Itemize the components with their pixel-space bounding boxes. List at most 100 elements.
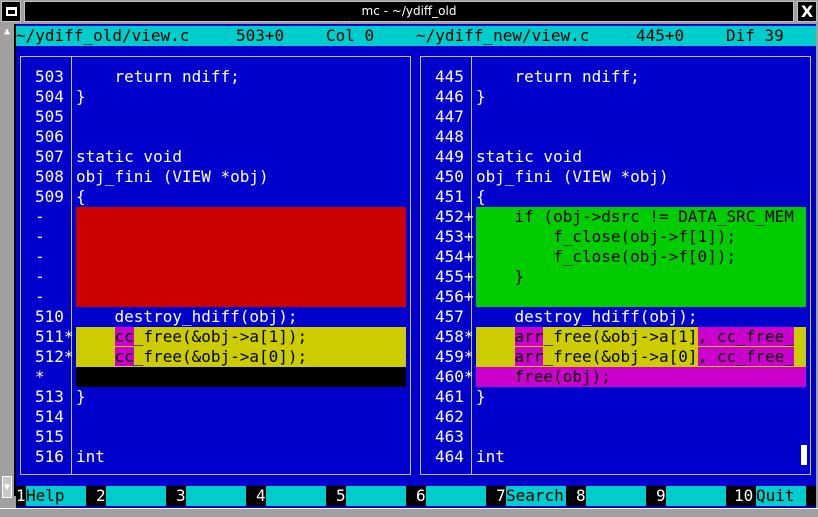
line-number: 458* [435,327,474,346]
missing-line [76,367,406,387]
code-text: obj_fini (VIEW *obj) [476,167,669,186]
line-number: 514 [35,407,64,426]
scroll-up-arrow-icon[interactable]: ▲ [1,26,13,38]
code-text: int [476,447,505,466]
line-number: 459* [435,347,474,366]
diff-line: 445 return ndiff; [421,67,810,87]
scroll-down-arrow-icon[interactable]: ▼ [1,482,13,494]
line-number: 463 [435,427,464,446]
fkey-8[interactable]: 8 [576,486,656,506]
line-number: 455+ [435,267,474,286]
diff-line: - [21,227,410,247]
fkey-5[interactable]: 5 [336,486,416,506]
line-number: 452+ [435,207,474,226]
vertical-scrollbar[interactable]: ▲ ▼ [0,24,16,498]
code-text: obj_fini (VIEW *obj) [76,167,269,186]
line-number: - [35,247,45,266]
code-text: } [476,87,486,106]
line-number: 503 [35,67,64,86]
diff-line: 461} [421,387,810,407]
deleted-line [76,247,406,267]
changed-line-text: free(obj); [476,367,806,387]
fkey-4[interactable]: 4 [256,486,336,506]
line-number: 509 [35,187,64,206]
window-title: mc - ~/ydiff_old [24,1,794,22]
fkey-number: 3 [176,486,186,505]
diff-count: Dif 39 [726,26,784,45]
fkey-3[interactable]: 3 [176,486,256,506]
diff-line: 453+ f_close(obj->f[1]); [421,227,810,247]
deleted-line [76,287,406,307]
fkey-9[interactable]: 9 [656,486,736,506]
fkey-7[interactable]: 7 Search [496,486,576,506]
added-line [476,287,806,307]
changed-segment: cc [114,347,134,366]
code-text: } [476,387,486,406]
diff-line: 506 [21,127,410,147]
line-number: 508 [35,167,64,186]
diff-line: 459* arr_free(&obj->a[0], cc_free_ [421,347,810,367]
fkey-6[interactable]: 6 [416,486,496,506]
diff-line: 458* arr_free(&obj->a[1], cc_free_ [421,327,810,347]
diff-line: 511* cc_free(&obj->a[1]); [21,327,410,347]
fkey-number: 2 [96,486,106,505]
line-number: 445 [435,67,464,86]
diff-line: 460* free(obj); [421,367,810,387]
changed-suffix: , cc_free_ [697,347,794,366]
code-text: destroy_hdiff(obj); [76,307,298,326]
added-line: if (obj->dsrc != DATA_SRC_MEM [476,207,806,227]
window-menu-button[interactable] [1,1,21,22]
code-text: } [76,87,86,106]
line-number: 511* [35,327,74,346]
changed-prefix: arr [514,327,544,346]
line-number: - [35,227,45,246]
fkey-label [426,486,486,506]
fkey-number: 5 [336,486,346,505]
line-number: 512* [35,347,74,366]
diff-line: 514 [21,407,410,427]
fkey-number: 4 [256,486,266,505]
diff-line: - [21,207,410,227]
diff-line: 513} [21,387,410,407]
fkey-number: 8 [576,486,586,505]
fkey-number: 1 [16,486,26,505]
diff-line: 457 destroy_hdiff(obj); [421,307,810,327]
left-column: Col 0 [326,26,375,45]
line-number: - [35,207,45,226]
left-file-path: ~/ydiff_old/view.c [16,26,190,45]
deleted-line [76,207,406,227]
common-segment: _free(&obj->a[0] [543,347,698,366]
left-position: 503+0 [236,26,285,45]
common-segment: _free(&obj->a[1] [543,327,698,346]
diff-line: 462 [421,407,810,427]
fkey-label [106,486,166,506]
diff-line: 455+ } [421,267,810,287]
line-number: 461 [435,387,464,406]
code-text: static void [76,147,182,166]
line-number: 449 [435,147,464,166]
changed-line-text: arr_free(&obj->a[1], cc_free_ [476,327,806,347]
line-number: 453+ [435,227,474,246]
fkey-2[interactable]: 2 [96,486,176,506]
diff-line: - [21,247,410,267]
line-number: 446 [435,87,464,106]
diff-line: 505 [21,107,410,127]
fkey-1[interactable]: 1 Help [16,486,96,506]
line-number: 448 [435,127,464,146]
diff-line: 509 { [21,187,410,207]
line-number: 460* [435,367,474,386]
deleted-line [76,227,406,247]
right-file-panel[interactable]: 445 return ndiff; 446} 447 448 449 static voi… [420,56,811,475]
close-button[interactable]: X [797,1,817,22]
changed-prefix: arr [514,347,544,366]
line-number: 513 [35,387,64,406]
left-file-panel[interactable]: 503 return ndiff; 504} 505 506 507 static voi… [20,56,411,475]
line-number: 447 [435,107,464,126]
line-number: 516 [35,447,64,466]
fkey-10[interactable]: 10 Quit [734,486,816,506]
code-text: { [476,187,486,206]
line-number: 454+ [435,247,474,266]
